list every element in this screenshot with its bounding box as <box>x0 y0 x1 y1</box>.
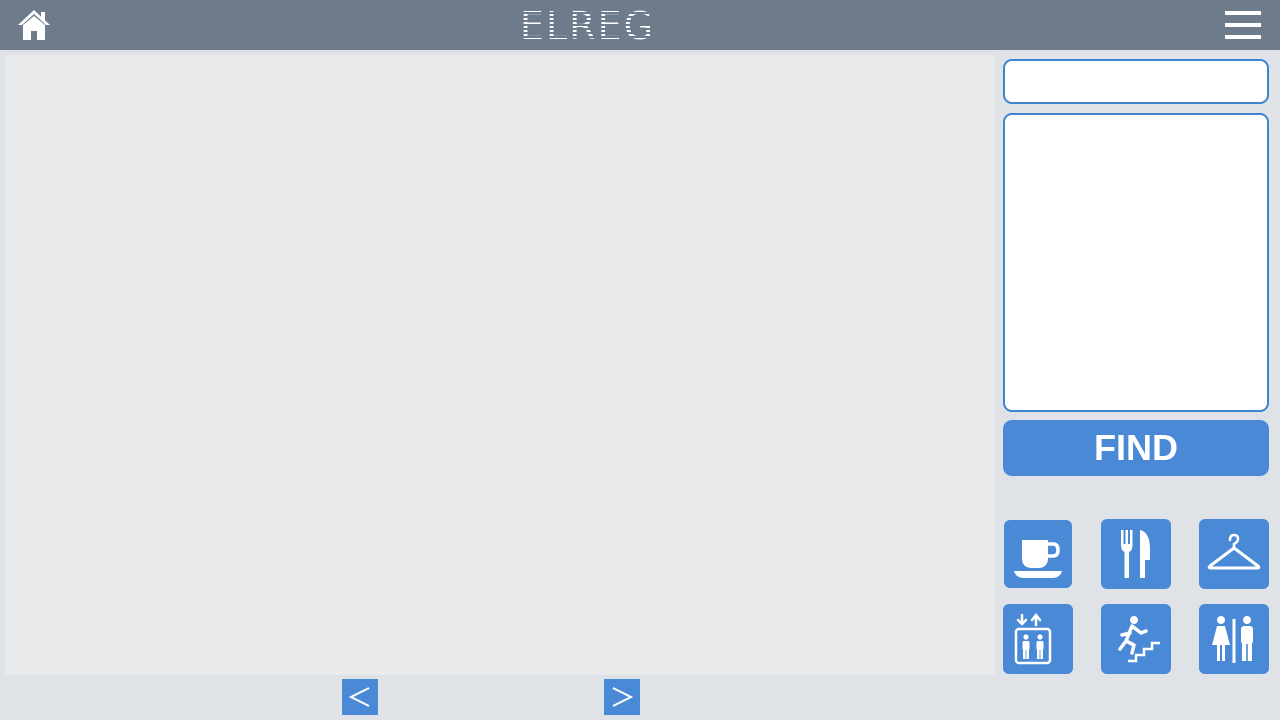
category-stairs-button[interactable] <box>1101 604 1171 674</box>
category-restaurant-button[interactable] <box>1101 519 1171 589</box>
restroom-icon <box>1212 616 1253 663</box>
hamburger-menu-icon <box>1225 11 1261 39</box>
top-bar: ELREG <box>0 0 1280 50</box>
category-clothing-button[interactable] <box>1199 519 1269 589</box>
chevron-right-icon <box>612 687 634 707</box>
home-icon <box>18 10 50 40</box>
home-button[interactable] <box>16 8 52 42</box>
search-input[interactable] <box>1003 59 1269 104</box>
category-elevator-button[interactable] <box>1003 604 1073 674</box>
coffee-cup-icon <box>1014 540 1062 578</box>
previous-page-button[interactable] <box>342 679 378 715</box>
next-page-button[interactable] <box>604 679 640 715</box>
category-cafe-button[interactable] <box>1004 520 1072 588</box>
app-logo[interactable]: ELREG <box>520 6 655 46</box>
map-viewport[interactable] <box>5 55 995 675</box>
chevron-left-icon <box>348 687 370 707</box>
hanger-icon <box>1207 533 1261 570</box>
find-button[interactable]: FIND <box>1003 420 1269 476</box>
results-list[interactable] <box>1003 113 1269 412</box>
elevator-icon <box>1014 612 1052 665</box>
stairs-icon <box>1118 616 1160 663</box>
menu-button[interactable] <box>1224 9 1262 41</box>
fork-knife-icon <box>1121 530 1150 578</box>
category-restroom-button[interactable] <box>1199 604 1269 674</box>
